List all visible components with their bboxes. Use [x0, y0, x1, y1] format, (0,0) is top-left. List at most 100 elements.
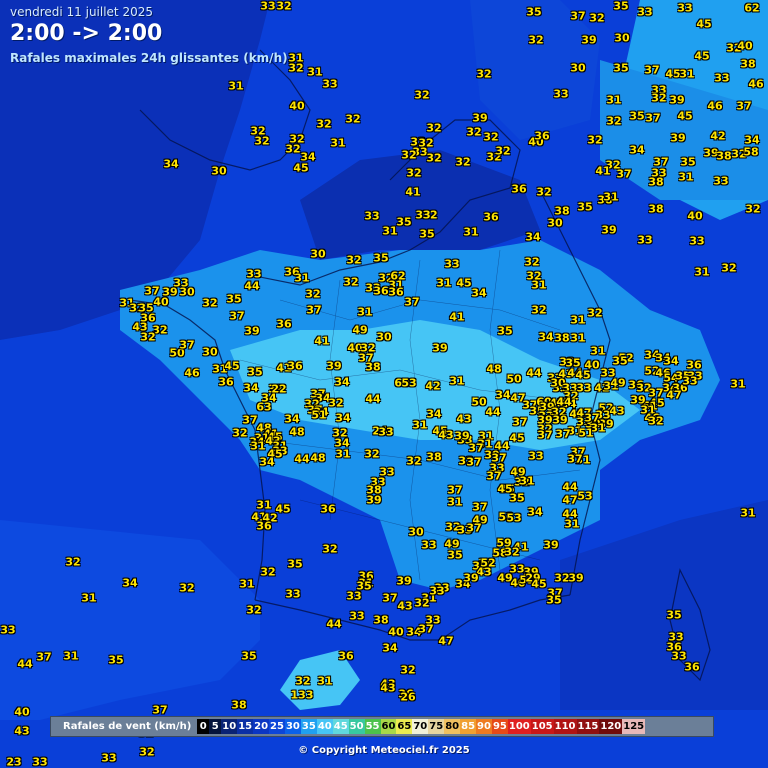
station-value: 33 [415, 208, 431, 222]
station-value: 44 [365, 392, 381, 406]
station-value: 48 [486, 362, 502, 376]
copyright-notice: © Copyright Meteociel.fr 2025 [298, 745, 470, 756]
station-value: 48 [310, 451, 326, 465]
station-value: 46 [748, 77, 764, 91]
station-value: 43 [456, 412, 472, 426]
station-value: 32 [332, 426, 348, 440]
station-value: 39 [326, 359, 342, 373]
station-value: 32 [531, 303, 547, 317]
station-value: 31 [740, 506, 756, 520]
station-value: 33 [677, 1, 693, 15]
station-value: 37 [644, 63, 660, 77]
legend-level: 125 [622, 719, 646, 734]
station-value: 35 [546, 593, 562, 607]
station-value: 39 [543, 538, 559, 552]
station-value: 30 [570, 61, 586, 75]
legend-level: 55 [364, 719, 381, 734]
station-value: 33 [528, 449, 544, 463]
station-value: 33 [346, 589, 362, 603]
station-value: 41 [314, 334, 330, 348]
station-value: 34 [335, 411, 351, 425]
station-value: 33 [714, 71, 730, 85]
station-value: 32 [140, 330, 156, 344]
station-value: 38 [716, 149, 732, 163]
station-value: 31 [239, 577, 255, 591]
station-value: 33 [637, 233, 653, 247]
station-value: 34 [426, 407, 442, 421]
station-value: 31 [679, 67, 695, 81]
station-value: 35 [509, 491, 525, 505]
station-value: 39 [366, 493, 382, 507]
station-value: 33 [0, 623, 16, 637]
station-value: 49 [352, 323, 368, 337]
station-value: 35 [613, 61, 629, 75]
station-value: 45 [677, 109, 693, 123]
station-value: 33 [364, 209, 380, 223]
station-value: 45 [509, 431, 525, 445]
station-value: 36 [320, 502, 336, 516]
station-value: 46 [707, 99, 723, 113]
legend-level: 65 [396, 719, 413, 734]
legend-level: 45 [332, 719, 349, 734]
legend-level: 85 [460, 719, 477, 734]
station-value: 34 [525, 230, 541, 244]
station-value: 37 [404, 295, 420, 309]
station-value: 51 [578, 426, 594, 440]
station-value: 33 [637, 5, 653, 19]
station-value: 33 [378, 425, 394, 439]
legend-level: 120 [599, 719, 623, 734]
station-value: 32 [528, 33, 544, 47]
station-value: 31 [382, 224, 398, 238]
station-value: 32 [328, 396, 344, 410]
station-value: 32 [648, 414, 664, 428]
station-value: 44 [485, 405, 501, 419]
station-value: 37 [418, 622, 434, 636]
legend-level: 50 [348, 719, 365, 734]
legend-level: 60 [380, 719, 397, 734]
station-value: 32 [254, 134, 270, 148]
map-parameter: Rafales maximales 24h glissantes (km/h) [10, 51, 288, 65]
station-value: 41 [449, 310, 465, 324]
legend-level: 10 [221, 719, 238, 734]
station-value: 31 [357, 305, 373, 319]
station-value: 35 [526, 5, 542, 19]
station-value: 37 [616, 167, 632, 181]
station-value: 32 [536, 185, 552, 199]
station-value: 37 [584, 411, 600, 425]
station-value: 36 [684, 660, 700, 674]
station-value: 31 [330, 136, 346, 150]
station-value: 32 [524, 255, 540, 269]
legend-level: 35 [300, 719, 317, 734]
station-value: 44 [244, 279, 260, 293]
station-value: 37 [152, 703, 168, 717]
station-value: 33 [444, 257, 460, 271]
station-value: 32 [400, 663, 416, 677]
station-value: 49 [610, 376, 626, 390]
station-value: 34 [471, 286, 487, 300]
station-value: 37 [306, 303, 322, 317]
station-value: 35 [226, 292, 242, 306]
station-value: 31 [590, 344, 606, 358]
station-value: 37 [468, 441, 484, 455]
station-value: 47 [666, 388, 682, 402]
station-value: 33 [349, 609, 365, 623]
station-value: 45 [696, 17, 712, 31]
station-value: 43 [380, 681, 396, 695]
station-value: 35 [247, 365, 263, 379]
station-value: 32 [305, 287, 321, 301]
station-value: 34 [538, 330, 554, 344]
station-value: 32 [406, 454, 422, 468]
station-value: 37 [537, 428, 553, 442]
station-value: 33 [553, 87, 569, 101]
station-value: 37 [512, 415, 528, 429]
station-value: 35 [613, 0, 629, 13]
station-value: 44 [526, 366, 542, 380]
station-value: 30 [547, 216, 563, 230]
station-value: 39 [552, 413, 568, 427]
station-value: 39 [601, 223, 617, 237]
station-value: 63 [256, 400, 272, 414]
station-value: 32 [426, 151, 442, 165]
station-value: 37 [382, 591, 398, 605]
map-time-range: 2:00 -> 2:00 [10, 21, 163, 46]
station-value: 31 [606, 93, 622, 107]
